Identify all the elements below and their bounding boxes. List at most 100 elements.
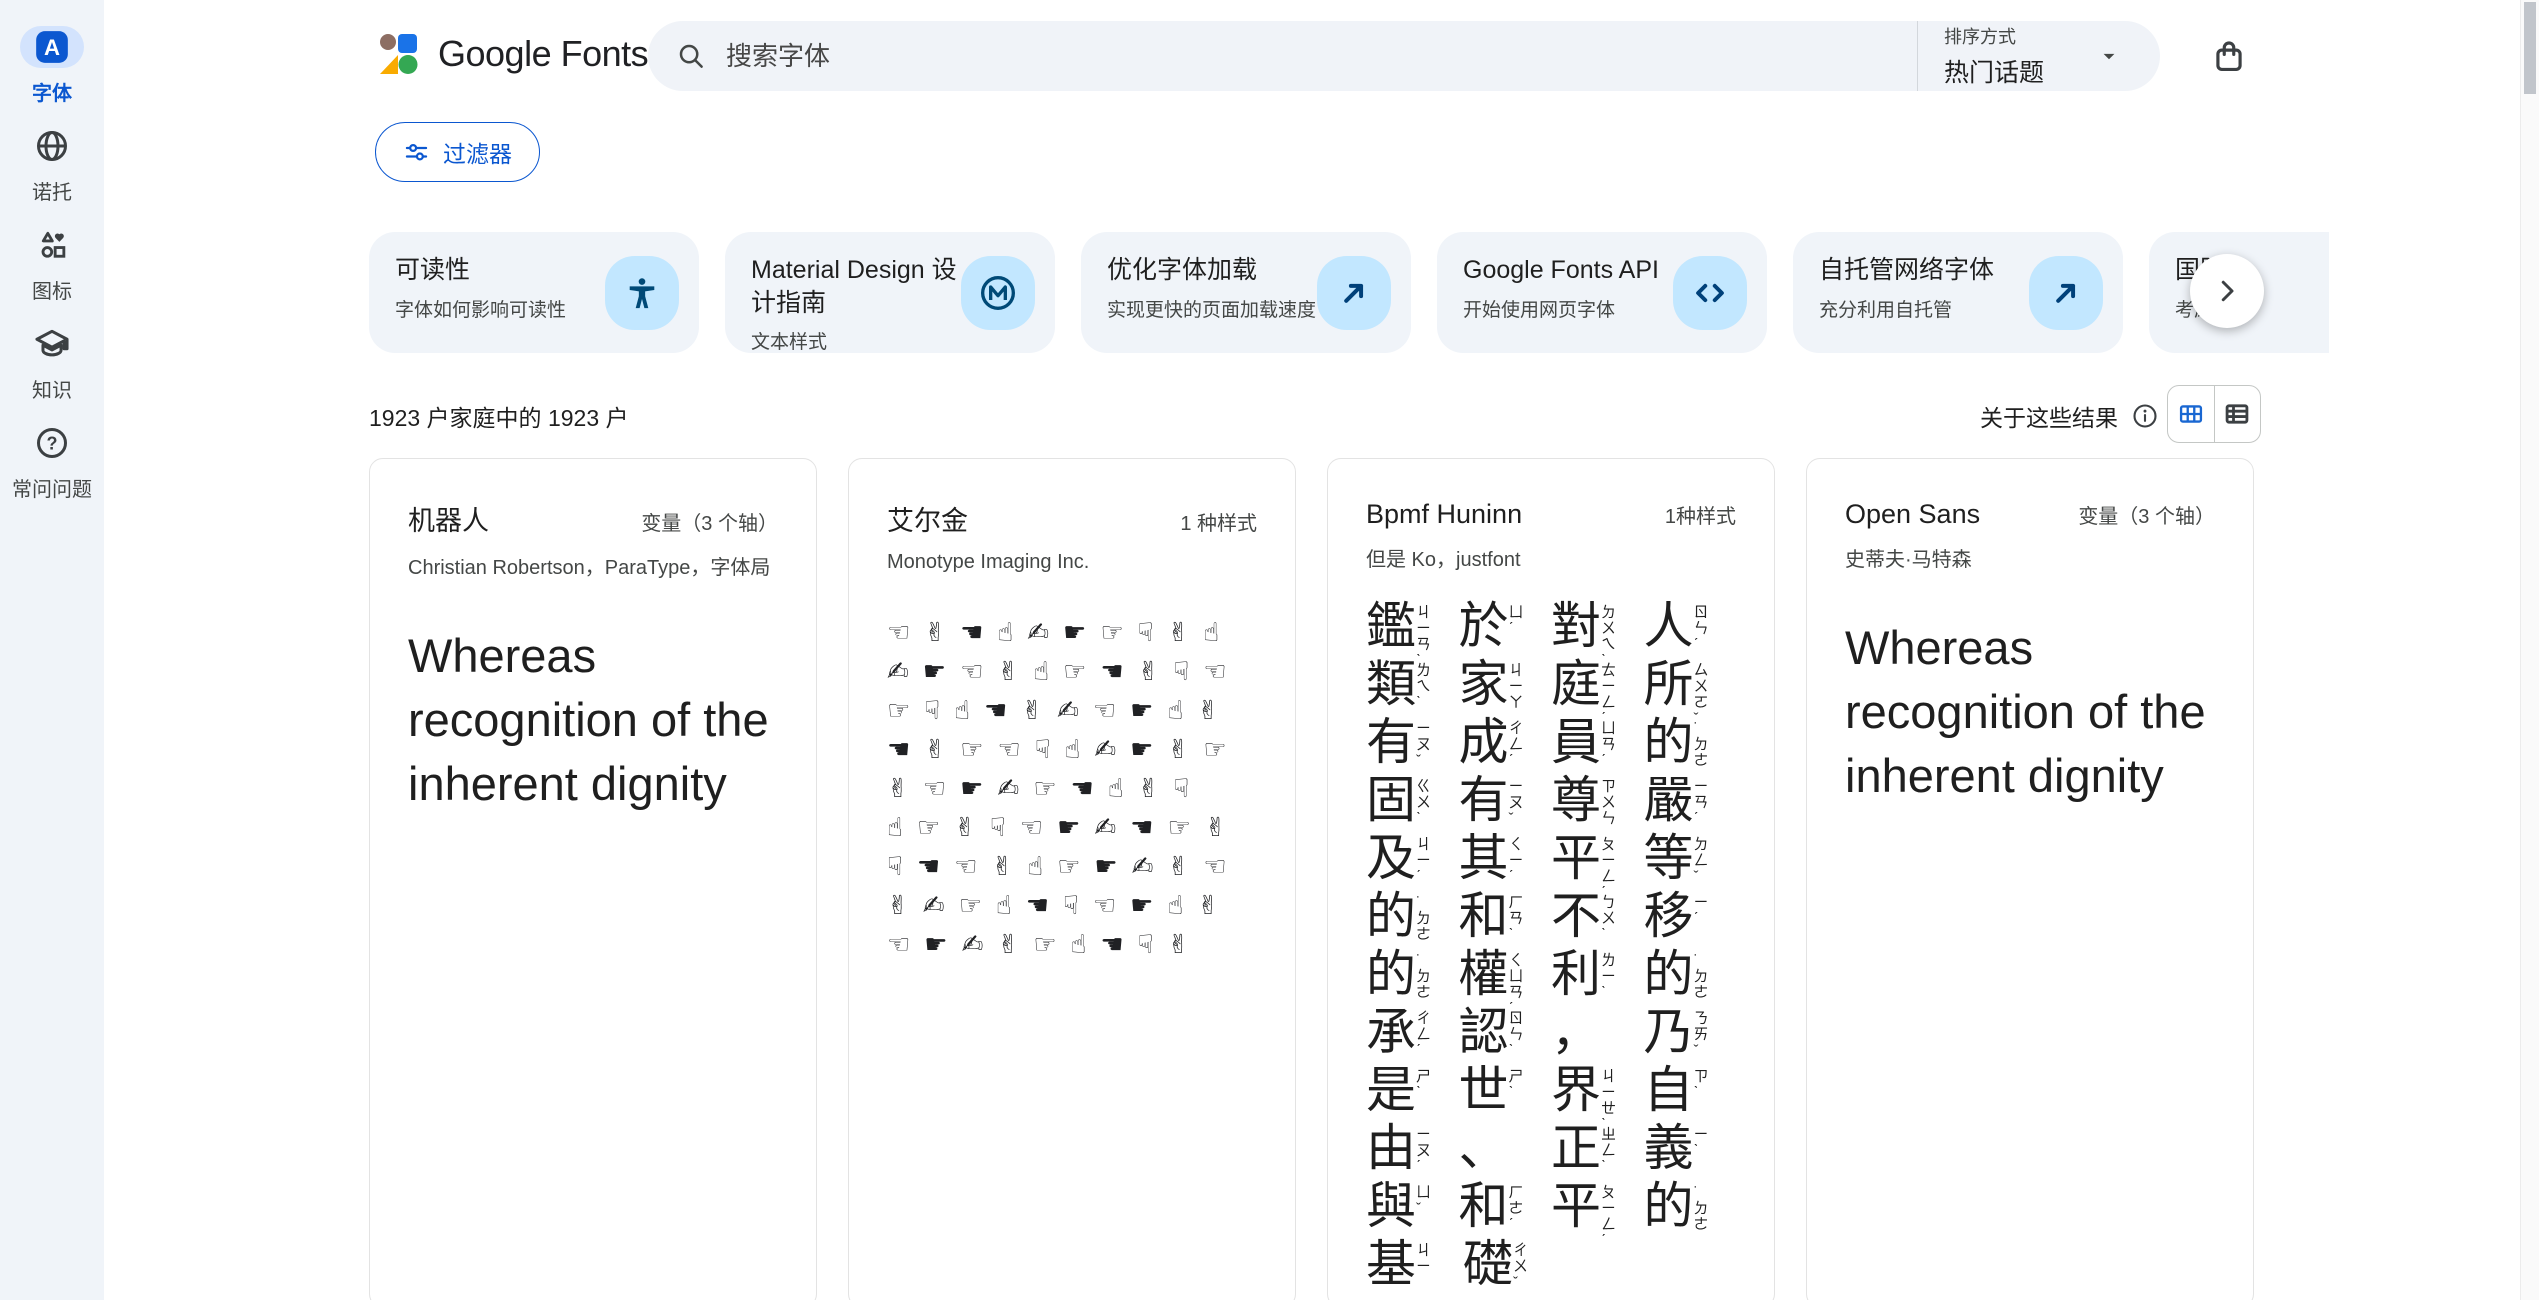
bpmf-cell: 其ㄑㄧˊ — [1459, 830, 1552, 888]
bpmf-row: 固ㄍㄨˋ有ㄧㄡˇ尊ㄗㄨㄣ嚴ㄧㄢˊ — [1366, 772, 1736, 830]
bpmf-cell: 尊ㄗㄨㄣ — [1551, 772, 1644, 830]
google-fonts-logo[interactable]: Google Fonts — [378, 33, 648, 75]
sidebar-item-fonts-icon-wrap: A — [20, 26, 84, 68]
bpmf-cell: 庭ㄊㄧㄥˊ — [1551, 656, 1644, 714]
promo-card-subtitle: 文本样式 — [751, 327, 961, 353]
bpmf-row: 由ㄧㄡˊ、正ㄓㄥˋ義ㄧˋ — [1366, 1120, 1736, 1178]
font-card-4[interactable]: Open Sans变量（3 个轴）史蒂夫·马特森Whereas recognit… — [1806, 458, 2254, 1300]
bpmf-character: 等 — [1644, 830, 1694, 886]
bpmf-character: 的 — [1644, 714, 1694, 770]
dingbat-row: ☝☞✌☟☜☛✍☚☞✌ — [887, 809, 1257, 848]
font-style-info: 变量（3 个轴） — [2078, 500, 2215, 529]
bpmf-ruby: ㄔㄥˊ — [1416, 1011, 1433, 1059]
search-icon — [676, 41, 706, 71]
search-input[interactable] — [724, 40, 1917, 73]
bpmf-character: 正 — [1551, 1120, 1601, 1176]
sort-dropdown[interactable]: 排序方式 热门话题 — [1917, 21, 2160, 91]
font-card-2[interactable]: 艾尔金1 种样式Monotype Imaging Inc.☜✌☚☝✍☛☞☟✌☝✍… — [848, 458, 1296, 1300]
promo-card-1[interactable]: 可读性字体如何影响可读性 — [369, 232, 699, 353]
bpmf-cell: 嚴ㄧㄢˊ — [1644, 772, 1737, 830]
bpmf-cell: 移ㄧˊ — [1644, 888, 1737, 946]
sidebar-item-faq[interactable]: ?常问问题 — [12, 422, 92, 502]
promo-next-button[interactable] — [2190, 254, 2264, 328]
bpmf-character: 、 — [1459, 1120, 1509, 1176]
bpmf-character: 庭 — [1551, 656, 1601, 712]
bpmf-ruby: ㄩˇ — [1416, 1185, 1433, 1217]
dingbat-row: ✍☛☜✌☝☞☚✌☟☜ — [887, 653, 1257, 692]
list-view-button[interactable] — [2214, 386, 2261, 442]
bpmf-row: 是ㄕˋ世ㄕˋ界ㄐㄧㄝˋ自ㄗˋ — [1366, 1062, 1736, 1120]
bpmf-cell: 是ㄕˋ — [1366, 1062, 1459, 1120]
font-preview-bpmf: 鑑ㄐㄧㄢˋ於ㄩˊ對ㄉㄨㄟˋ人ㄖㄣˊ類ㄌㄟˋ家ㄐㄧㄚ庭ㄊㄧㄥˊ所ㄙㄨㄛˇ有ㄧㄡˇ成… — [1366, 598, 1736, 1294]
bpmf-cell: 與ㄩˇ — [1366, 1178, 1459, 1236]
sidebar-item-noto[interactable]: 诺托 — [20, 125, 84, 205]
promo-card-title: 自托管网络字体 — [1819, 254, 2029, 287]
bpmf-ruby: ˙ㄉㄜ — [1416, 895, 1433, 943]
font-card-header: Open Sans变量（3 个轴） — [1845, 499, 2215, 530]
bpmf-ruby: ㄉㄥˇ — [1694, 837, 1711, 885]
filter-button-label: 过滤器 — [443, 135, 512, 169]
bpmf-cell: 等ㄉㄥˇ — [1644, 830, 1737, 888]
logo-text: Google Fonts — [438, 33, 648, 75]
font-designer: Monotype Imaging Inc. — [887, 551, 1257, 574]
bag-button[interactable] — [2206, 33, 2252, 79]
bpmf-ruby: ㄋㄞˇ — [1694, 1011, 1711, 1059]
bpmf-cell: 平ㄆㄧㄥˊ — [1551, 1178, 1644, 1236]
bpmf-cell: 由ㄧㄡˊ — [1366, 1120, 1459, 1178]
bpmf-cell: 有ㄧㄡˇ — [1459, 772, 1552, 830]
bpmf-cell: 的˙ㄉㄜ — [1644, 714, 1737, 772]
info-icon[interactable] — [2131, 402, 2159, 430]
promo-card-icon-blob — [605, 256, 679, 330]
bpmf-cell: 所ㄙㄨㄛˇ — [1644, 656, 1737, 714]
sidebar-item-noto-icon-wrap — [20, 125, 84, 167]
education-icon — [33, 325, 71, 363]
promo-card-subtitle: 字体如何影响可读性 — [395, 295, 605, 322]
bpmf-character: 的 — [1366, 888, 1416, 944]
bpmf-character: 自 — [1644, 1062, 1694, 1118]
font-name: 艾尔金 — [887, 499, 968, 538]
grid-view-button[interactable] — [2168, 386, 2214, 442]
results-count: 1923 户家庭中的 1923 户 — [369, 399, 629, 433]
bpmf-ruby: ㄍㄨˋ — [1416, 779, 1433, 827]
sidebar-item-label: 知识 — [32, 374, 72, 403]
bpmf-cell: 固ㄍㄨˋ — [1366, 772, 1459, 830]
promo-card-3[interactable]: 优化字体加载实现更快的页面加载速度 — [1081, 232, 1411, 353]
bpmf-ruby: ㄗㄨㄣ — [1601, 779, 1618, 827]
bpmf-row: 的˙ㄉㄜ權ㄑㄩㄢˊ利ㄌㄧˋ的˙ㄉㄜ — [1366, 946, 1736, 1004]
globe-icon — [34, 128, 70, 164]
promo-card-4[interactable]: Google Fonts API开始使用网页字体 — [1437, 232, 1767, 353]
bpmf-ruby: ㄔㄨˇ — [1513, 1243, 1530, 1291]
bpmf-cell: 自ㄗˋ — [1644, 1062, 1737, 1120]
google-fonts-page: A字体诺托图标知识 ?常问问题 Google Fonts 排序方式 热门话题 — [0, 0, 2539, 1300]
bpmf-ruby: ˙ㄉㄜ — [1694, 953, 1711, 1001]
bpmf-character: 乃 — [1644, 1004, 1694, 1060]
bpmf-ruby: ㄩˊ — [1509, 605, 1526, 637]
promo-card-subtitle: 开始使用网页字体 — [1463, 295, 1673, 322]
bpmf-character: 基 — [1366, 1236, 1416, 1292]
view-toggle — [2167, 385, 2261, 443]
bpmf-character: 和 — [1459, 888, 1509, 944]
dingbat-row: ✌☜☛✍☞☚☝✌☟ — [887, 770, 1257, 809]
scrollbar-thumb[interactable] — [2524, 2, 2536, 94]
sidebar-item-icons[interactable]: 图标 — [20, 224, 84, 304]
promo-card-2[interactable]: Material Design 设计指南文本样式 — [725, 232, 1055, 353]
bpmf-ruby: ㄐㄧˊ — [1416, 837, 1433, 885]
sidebar-item-knowledge[interactable]: 知识 — [20, 323, 84, 403]
font-card-header: Bpmf Huninn1种样式 — [1366, 499, 1736, 530]
sidebar-item-fonts[interactable]: A字体 — [20, 26, 84, 106]
bpmf-cell: 正ㄓㄥˋ — [1551, 1120, 1644, 1178]
bpmf-character: 世 — [1459, 1062, 1509, 1118]
filter-button[interactable]: 过滤器 — [375, 122, 540, 182]
bpmf-character: 類 — [1366, 656, 1416, 712]
font-card-3[interactable]: Bpmf Huninn1种样式但是 Ko，justfont鑑ㄐㄧㄢˋ於ㄩˊ對ㄉㄨ… — [1327, 458, 1775, 1300]
bpmf-ruby: ㄗˋ — [1694, 1069, 1711, 1101]
font-card-1[interactable]: 机器人变量（3 个轴）Christian Robertson，ParaType，… — [369, 458, 817, 1300]
font-designer: 但是 Ko，justfont — [1366, 543, 1736, 572]
about-results-label: 关于这些结果 — [1980, 399, 2118, 433]
bpmf-row: 承ㄔㄥˊ認ㄖㄣˋ，乃ㄋㄞˇ — [1366, 1004, 1736, 1062]
bpmf-cell: 和ㄏㄢˋ — [1459, 888, 1552, 946]
promo-card-5[interactable]: 自托管网络字体充分利用自托管 — [1793, 232, 2123, 353]
bpmf-ruby: ˙ㄉㄜ — [1694, 1185, 1711, 1233]
bpmf-cell: 於ㄩˊ — [1459, 598, 1552, 656]
promo-card-title: 优化字体加载 — [1107, 254, 1317, 287]
